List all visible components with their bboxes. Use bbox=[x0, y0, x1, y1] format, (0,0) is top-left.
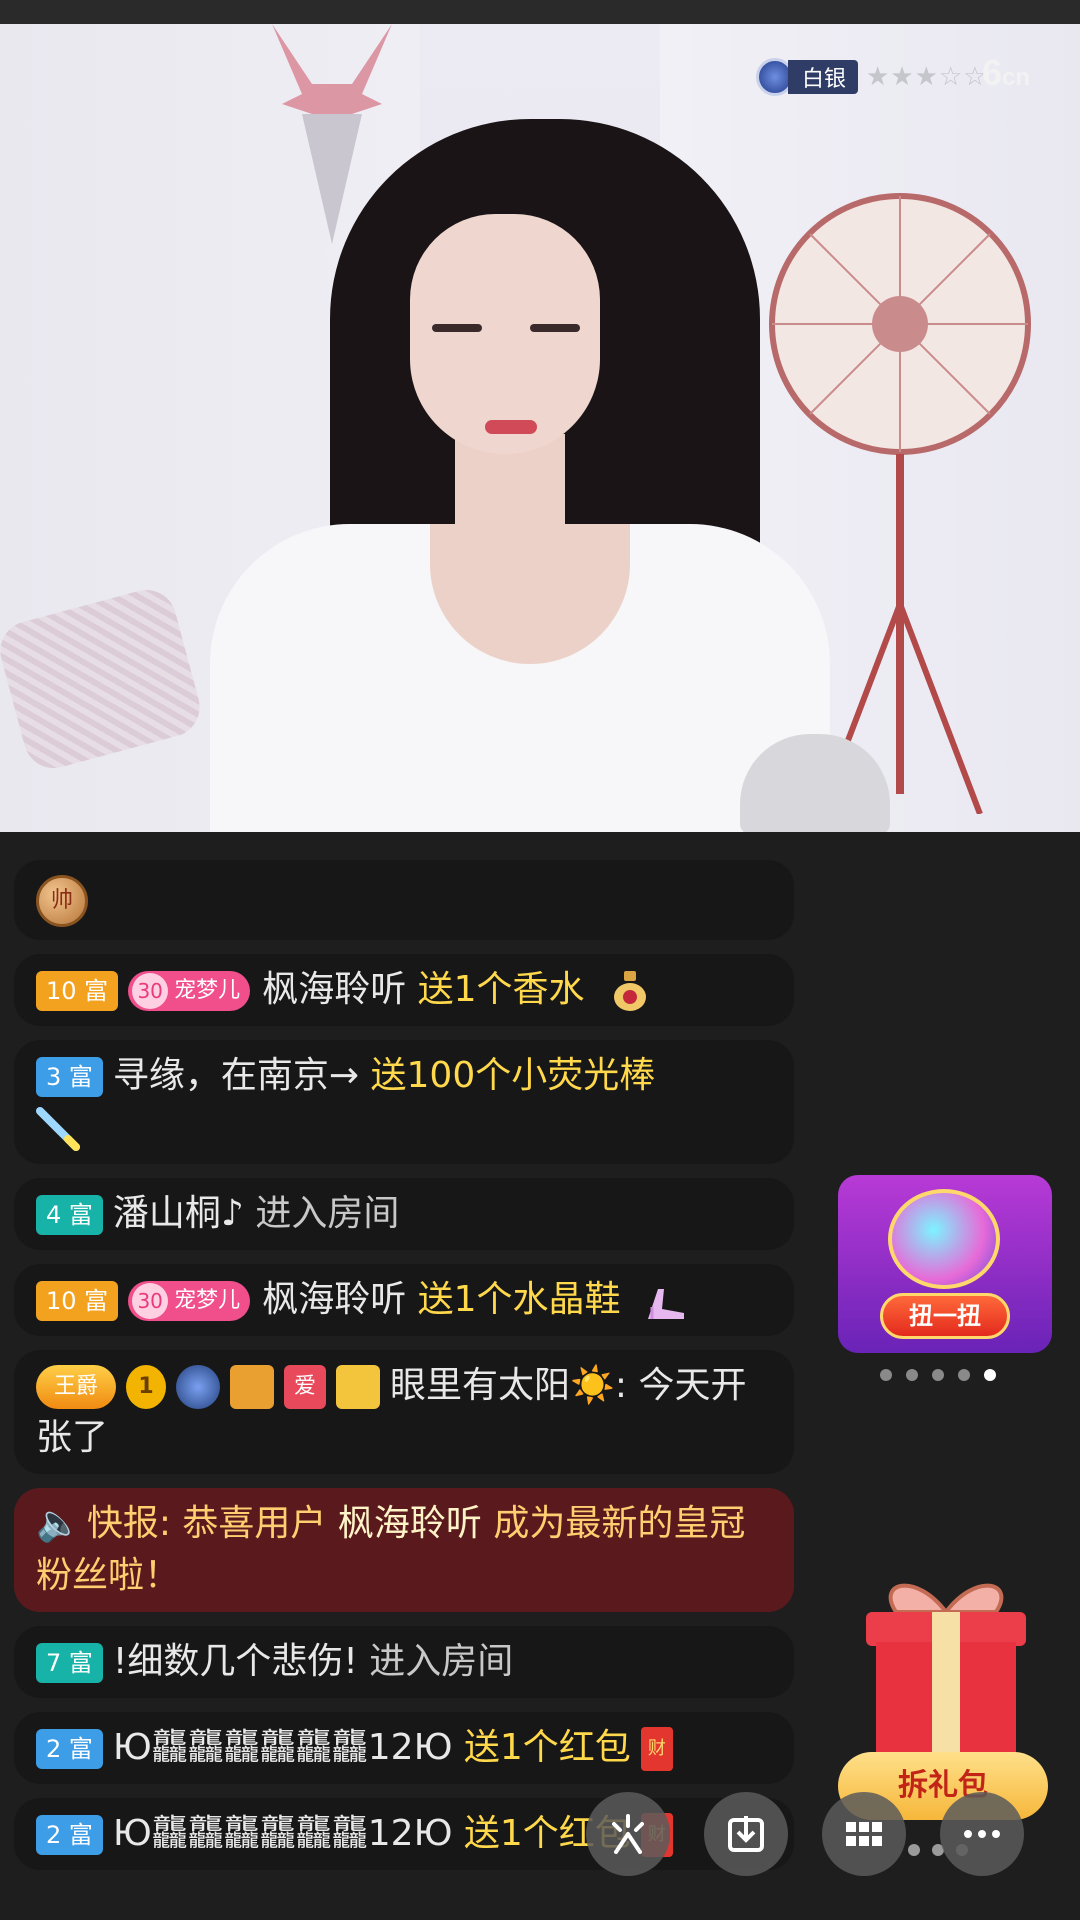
spin-game-card[interactable]: 扭一扭 bbox=[838, 1175, 1052, 1353]
chat-message: 10 富 30 宠梦儿 枫海聆听 送1个香水 bbox=[14, 954, 794, 1026]
download-icon bbox=[728, 1816, 764, 1852]
anchor-level-label: 白银 bbox=[788, 60, 859, 94]
enter-room-text: 进入房间 bbox=[255, 1193, 400, 1234]
carousel-dots bbox=[880, 1369, 996, 1381]
love-tag: 爱 bbox=[284, 1365, 327, 1409]
gift-text: 送1个红包 bbox=[463, 1727, 631, 1768]
fortune-badge: 10 富 bbox=[36, 1281, 119, 1321]
fortune-badge: 4 富 bbox=[36, 1195, 103, 1235]
more-button[interactable] bbox=[940, 1792, 1024, 1876]
grid-icon bbox=[846, 1822, 882, 1846]
chat-username[interactable]: 枫海聆听 bbox=[338, 1503, 482, 1544]
gift-text: 送1个水晶鞋 bbox=[417, 1279, 621, 1320]
carousel-dot[interactable] bbox=[932, 1369, 944, 1381]
enter-room-text: 进入房间 bbox=[369, 1641, 514, 1682]
perfume-icon bbox=[614, 971, 647, 1011]
chat-message: 7 富 !细数几个悲伤! 进入房间 bbox=[14, 1626, 794, 1698]
chat-message: 3 富寻缘，在南京→ 送100个小荧光棒 bbox=[14, 1040, 794, 1164]
chat-username[interactable]: Ю龘龘龘龘龘龘12Ю bbox=[113, 1727, 453, 1768]
chat-username[interactable]: Ю龘龘龘龘龘龘12Ю bbox=[113, 1813, 453, 1854]
chat-message: 2 富Ю龘龘龘龘龘龘12Ю 送1个红包财 bbox=[14, 1712, 794, 1784]
site-logo: 6cn bbox=[982, 52, 1031, 93]
chat-list[interactable]: 帅 10 富 30 宠梦儿 枫海聆听 送1个香水 3 富寻缘，在南京→ 送100个小荧… bbox=[14, 860, 794, 1884]
medal-icon bbox=[176, 1365, 221, 1409]
chat-username[interactable]: 枫海聆听 bbox=[262, 969, 406, 1010]
effects-button[interactable] bbox=[586, 1792, 670, 1876]
red-envelope-icon: 财 bbox=[640, 1727, 673, 1771]
chat-username[interactable]: 枫海聆听 bbox=[262, 1279, 406, 1320]
capsule-globe-icon bbox=[888, 1189, 1000, 1289]
chat-message: 10 富 30 宠梦儿 枫海聆听 送1个水晶鞋 bbox=[14, 1264, 794, 1336]
shuai-chess-icon: 帅 bbox=[36, 875, 88, 927]
apps-grid-button[interactable] bbox=[822, 1792, 906, 1876]
carousel-dot-active[interactable] bbox=[984, 1369, 996, 1381]
heart-icon: 30 bbox=[132, 1283, 169, 1319]
pet-badge: 30 宠梦儿 bbox=[128, 971, 251, 1011]
gift-text: 送1个香水 bbox=[417, 969, 585, 1010]
status-bar bbox=[0, 0, 1080, 24]
fortune-badge: 7 富 bbox=[36, 1643, 103, 1683]
king-rank-tag: 王爵 bbox=[36, 1365, 117, 1409]
chat-username[interactable]: 眼里有太阳 bbox=[390, 1365, 570, 1406]
pet-badge: 30 宠梦儿 bbox=[128, 1281, 251, 1321]
chat-username[interactable]: 寻缘，在南京→ bbox=[113, 1055, 359, 1096]
live-video[interactable]: 白银 ★★★☆☆ 6cn bbox=[0, 24, 1080, 832]
sparkle-icon bbox=[612, 1814, 644, 1854]
gold-bars-icon bbox=[230, 1365, 275, 1409]
carousel-dot[interactable] bbox=[906, 1369, 918, 1381]
fortune-badge: 2 富 bbox=[36, 1815, 103, 1855]
fortune-badge: 3 富 bbox=[36, 1057, 103, 1097]
download-button[interactable] bbox=[704, 1792, 788, 1876]
speaker-icon: 🔈 bbox=[36, 1503, 81, 1544]
chat-message: 4 富潘山桐♪ 进入房间 bbox=[14, 1178, 794, 1250]
gift-box-icon[interactable] bbox=[856, 1572, 1036, 1762]
chat-message: 王爵 1 爱眼里有太阳☀️: 今天开张了 bbox=[14, 1350, 794, 1474]
level-stars: ★★★☆☆ bbox=[866, 62, 988, 92]
person-icon bbox=[336, 1365, 381, 1409]
glow-stick-icon bbox=[36, 1107, 80, 1151]
more-dots-icon bbox=[964, 1830, 1000, 1838]
rank-one-tag: 1 bbox=[126, 1365, 167, 1409]
gift-text: 送100个小荧光棒 bbox=[370, 1055, 656, 1096]
crystal-shoe-icon bbox=[648, 1289, 685, 1319]
live-room-screen: 白银 ★★★☆☆ 6cn 帅 10 富 30 宠梦儿 枫海聆听 送1个香水 3 富寻缘… bbox=[0, 0, 1080, 1920]
fortune-badge: 10 富 bbox=[36, 971, 119, 1011]
fortune-badge: 2 富 bbox=[36, 1729, 103, 1769]
carousel-dot[interactable] bbox=[880, 1369, 892, 1381]
heart-icon: 30 bbox=[132, 973, 169, 1009]
sun-icon: ☀️ bbox=[570, 1365, 615, 1406]
chat-message: 2 富Ю龘龘龘龘龘龘12Ю 送1个红包财 bbox=[14, 1798, 794, 1870]
carousel-dot[interactable] bbox=[908, 1844, 920, 1856]
chat-username[interactable]: 潘山桐♪ bbox=[113, 1193, 244, 1234]
carousel-dot[interactable] bbox=[958, 1369, 970, 1381]
chat-username[interactable]: !细数几个悲伤! bbox=[113, 1641, 358, 1682]
spin-button[interactable]: 扭一扭 bbox=[880, 1293, 1010, 1339]
anchor-level-badge[interactable]: 白银 ★★★☆☆ bbox=[756, 56, 988, 98]
chat-message: 帅 bbox=[14, 860, 794, 940]
flash-announcement: 🔈 快报: 恭喜用户 枫海聆听 成为最新的皇冠粉丝啦！ bbox=[14, 1488, 794, 1612]
